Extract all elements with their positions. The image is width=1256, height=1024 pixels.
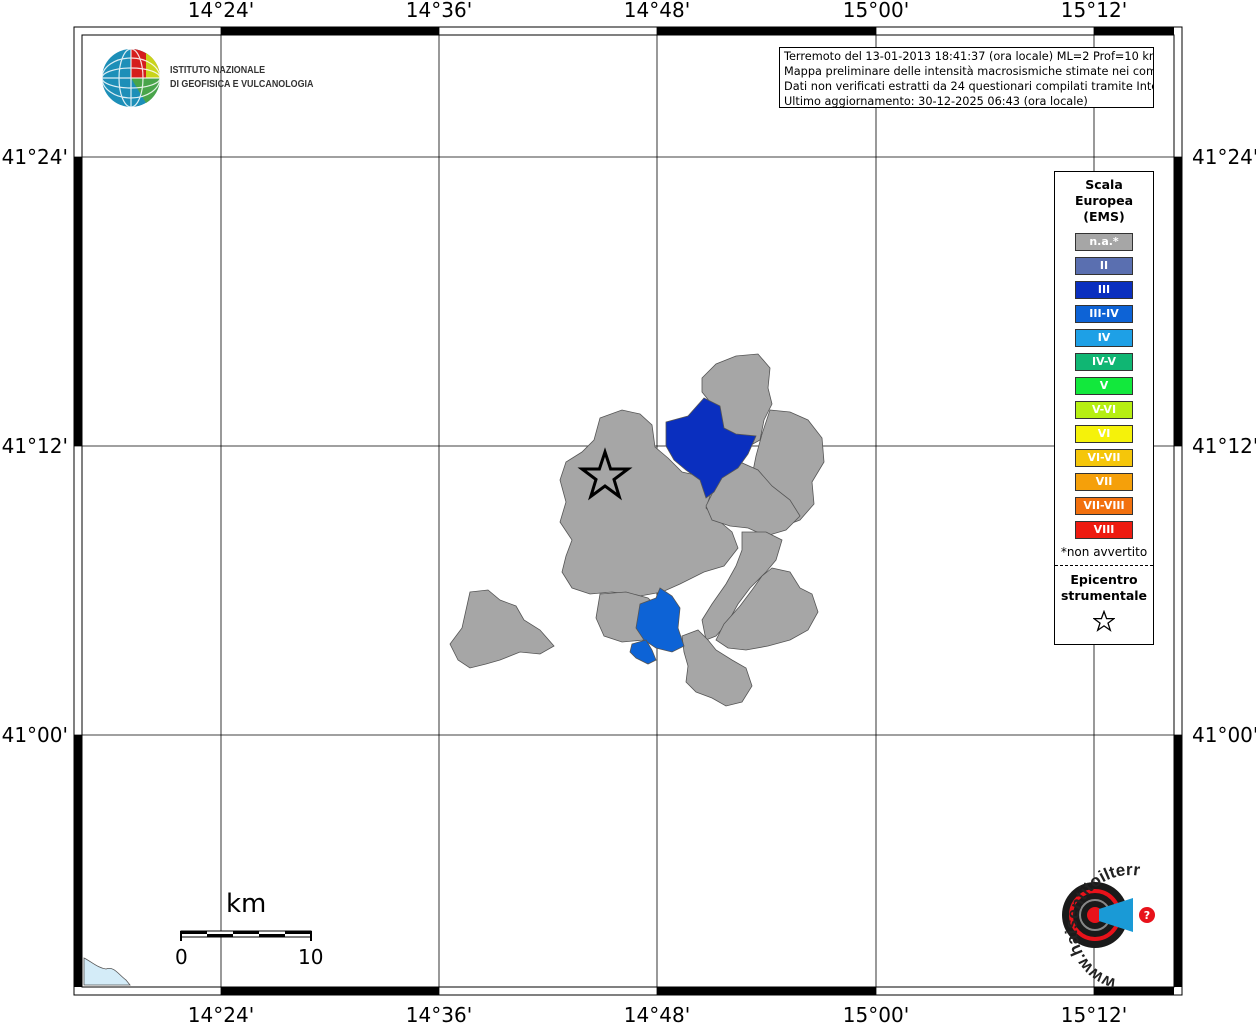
legend-epicentre: Epicentro strumentale [1055,572,1153,604]
lon-label-bottom-3: 15°00' [843,1003,909,1024]
ingv-name-line1: ISTITUTO NAZIONALE [170,64,266,76]
legend-item-1: II [1075,257,1133,275]
legend-separator [1055,565,1153,566]
lon-label-bottom-4: 15°12' [1061,1003,1127,1024]
legend-items: n.a.* II III III-IV IV IV-V V V-VI VI VI-VII VII VI… [1055,233,1153,539]
lon-label-top-3: 15°00' [843,0,909,22]
scale-unit: km [226,889,267,919]
lon-label-bottom-2: 14°48' [624,1003,690,1024]
legend-item-12: VIII [1075,521,1133,539]
lat-label-left-0: 41°24' [2,145,68,169]
legend-item-4: IV [1075,329,1133,347]
scale-min-label: 0 [175,945,188,969]
legend-star-icon [1055,609,1153,636]
legend-item-8: VI [1075,425,1133,443]
lat-label-left-2: 41°00' [2,723,68,747]
lon-label-top-4: 15°12' [1061,0,1127,22]
legend-title-line1: Scala [1085,177,1123,192]
legend-title: Scala Europea (EMS) [1055,177,1153,225]
legend-item-0: n.a.* [1075,233,1133,251]
lon-label-bottom-0: 14°24' [188,1003,254,1024]
legend-item-11: VII-VIII [1075,497,1133,515]
event-info-line-2: Mappa preliminare delle intensità macros… [784,65,1154,78]
legend-item-10: VII [1075,473,1133,491]
legend-item-7: V-VI [1075,401,1133,419]
legend-title-line3: (EMS) [1083,209,1125,224]
lat-label-right-0: 41°24' [1192,145,1256,169]
ingv-name-line2: DI GEOFISICA E VULCANOLOGIA [170,78,314,90]
legend-note: *non avvertito [1060,545,1148,559]
event-info-box: Terremoto del 13-01-2013 18:41:37 (ora l… [779,47,1154,108]
legend-item-9: VI-VII [1075,449,1133,467]
legend-epicentre-line1: Epicentro [1070,572,1138,587]
lon-label-top-0: 14°24' [188,0,254,22]
scale-max-label: 10 [298,945,324,969]
lon-label-top-2: 14°48' [624,0,690,22]
ingv-name: ISTITUTO NAZIONALE DI GEOFISICA E VULCAN… [170,63,313,91]
event-info-line-4: Ultimo aggiornamento: 30-12-2025 06:43 (… [784,95,1088,108]
globe-icon [101,48,161,108]
lat-label-right-2: 41°00' [1192,723,1256,747]
svg-text:?: ? [1144,909,1150,922]
legend-item-2: III [1075,281,1133,299]
lon-label-bottom-1: 14°36' [406,1003,472,1024]
legend-item-5: IV-V [1075,353,1133,371]
event-info-line-3: Dati non verificati estratti da 24 quest… [784,80,1154,93]
lat-label-left-1: 41°12' [2,434,68,458]
lon-label-top-1: 14°36' [406,0,472,22]
lat-label-right-1: 41°12' [1192,434,1256,458]
event-info-line-1: Terremoto del 13-01-2013 18:41:37 (ora l… [784,50,1154,63]
ems-legend: Scala Europea (EMS) n.a.* II III III-IV IV IV… [1054,171,1154,645]
legend-epicentre-line2: strumentale [1060,588,1148,603]
legend-item-3: III-IV [1075,305,1133,323]
legend-title-line2: Europea [1074,193,1134,208]
ingv-logo: ISTITUTO NAZIONALE DI GEOFISICA E VULCAN… [100,47,360,109]
legend-item-6: V [1075,377,1133,395]
